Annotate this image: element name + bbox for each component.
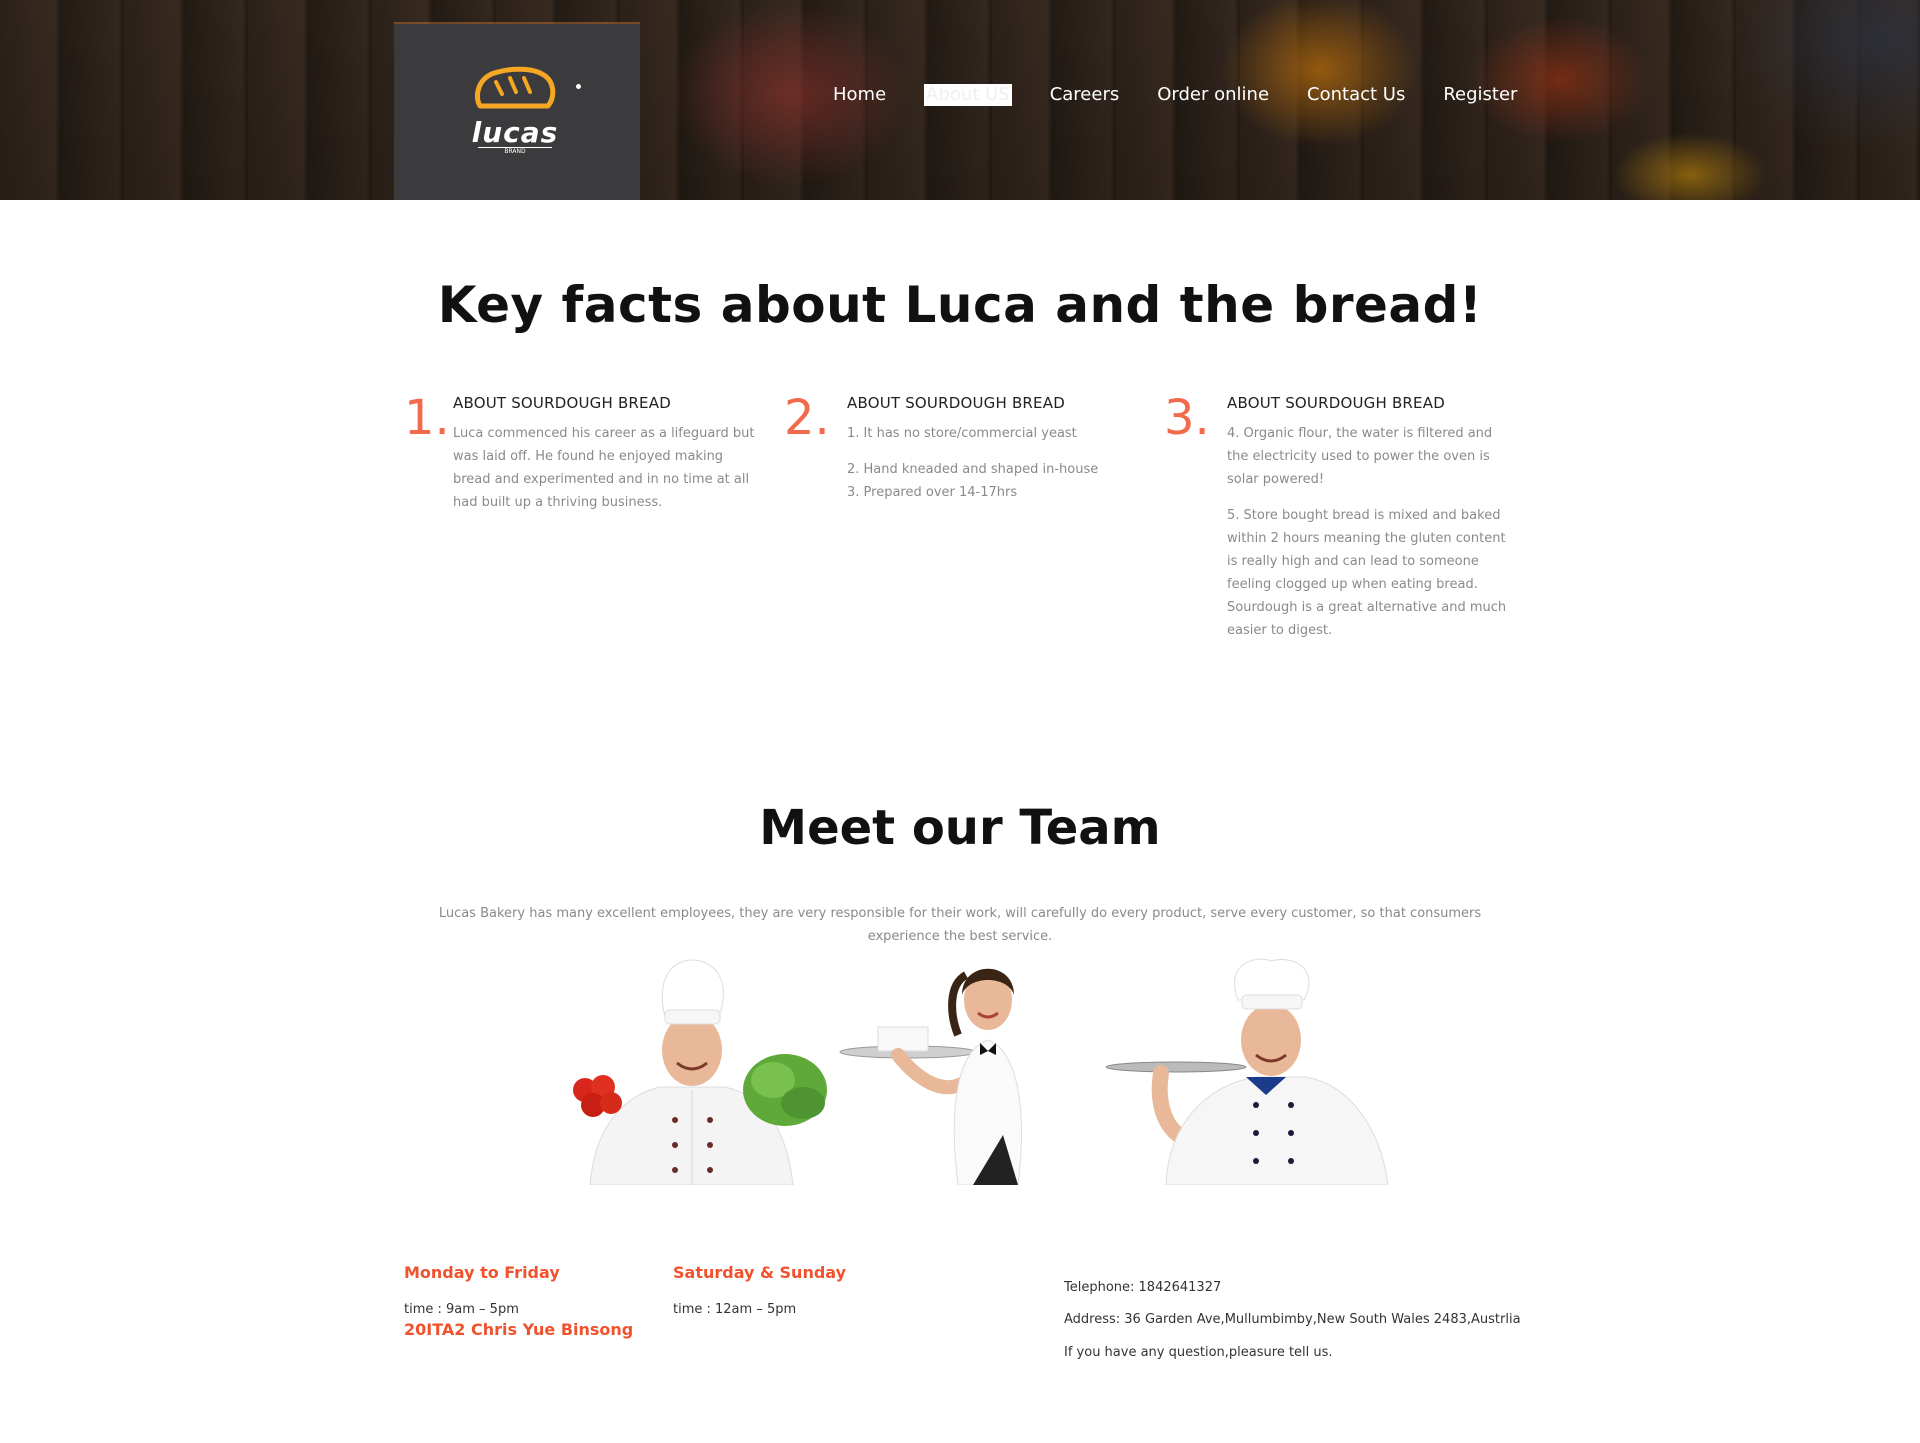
nav-register[interactable]: Register — [1443, 84, 1517, 106]
fact-3-paragraph-2: 5. Store bought bread is mixed and baked… — [1227, 508, 1507, 638]
nav-careers[interactable]: Careers — [1050, 84, 1120, 106]
nav-order-online[interactable]: Order online — [1157, 84, 1269, 106]
nav-contact-us[interactable]: Contact Us — [1307, 84, 1405, 106]
chef-with-vegetables-photo — [573, 959, 827, 1185]
author-credit: 20ITA2 Chris Yue Binsong — [404, 1320, 634, 1339]
facts-title: Key facts about Luca and the bread! — [437, 276, 1483, 334]
fact-number-3: 3. — [1164, 390, 1210, 446]
weekend-hours-time: time : 12am – 5pm — [673, 1302, 797, 1317]
contact-address: Address: 36 Garden Ave,Mullumbimby,New S… — [1064, 1312, 1521, 1327]
fact-2-paragraph-1: 1. It has no store/commercial yeast — [847, 426, 1077, 441]
fact-2-paragraph-2: 2. Hand kneaded and shaped in-house — [847, 462, 1099, 477]
fact-body-3: 4. Organic flour, the water is filtered … — [1227, 422, 1517, 655]
fact-number-2: 2. — [784, 390, 830, 446]
chef-with-tray-photo — [1106, 958, 1389, 1185]
weekday-hours-time: time : 9am – 5pm — [404, 1302, 519, 1317]
fact-number-1: 1. — [404, 390, 450, 446]
fact-heading-2: ABOUT SOURDOUGH BREAD — [847, 394, 1065, 412]
fact-2-paragraph-3: 3. Prepared over 14-17hrs — [847, 485, 1018, 500]
logo-wordmark: lucas — [471, 116, 559, 149]
contact-telephone[interactable]: Telephone: 1842641327 — [1064, 1280, 1221, 1295]
fact-body-2: 1. It has no store/commercial yeast 2. H… — [847, 422, 1127, 517]
weekend-hours-heading: Saturday & Sunday — [673, 1263, 847, 1282]
team-description: Lucas Bakery has many excellent employee… — [438, 906, 1482, 944]
main-nav: Home About US Careers Order online Conta… — [833, 82, 1517, 108]
team-title: Meet our Team — [759, 800, 1161, 856]
fact-3-paragraph-1: 4. Organic flour, the water is filtered … — [1227, 426, 1493, 487]
fact-1-paragraph-1: Luca commenced his career as a lifeguard… — [453, 426, 755, 510]
fact-heading-3: ABOUT SOURDOUGH BREAD — [1227, 394, 1445, 412]
weekday-hours-heading: Monday to Friday — [404, 1263, 560, 1282]
fact-heading-1: ABOUT SOURDOUGH BREAD — [453, 394, 671, 412]
logo-tagline: BRAND — [478, 147, 552, 157]
fact-body-1: Luca commenced his career as a lifeguard… — [453, 422, 758, 527]
logo-dot — [576, 84, 581, 89]
contact-question: If you have any question,pleasure tell u… — [1064, 1345, 1333, 1360]
bread-logo-icon — [474, 66, 556, 109]
waitress-with-plate-photo — [839, 968, 1022, 1185]
nav-home[interactable]: Home — [833, 84, 886, 106]
nav-about-us[interactable]: About US — [924, 84, 1012, 106]
